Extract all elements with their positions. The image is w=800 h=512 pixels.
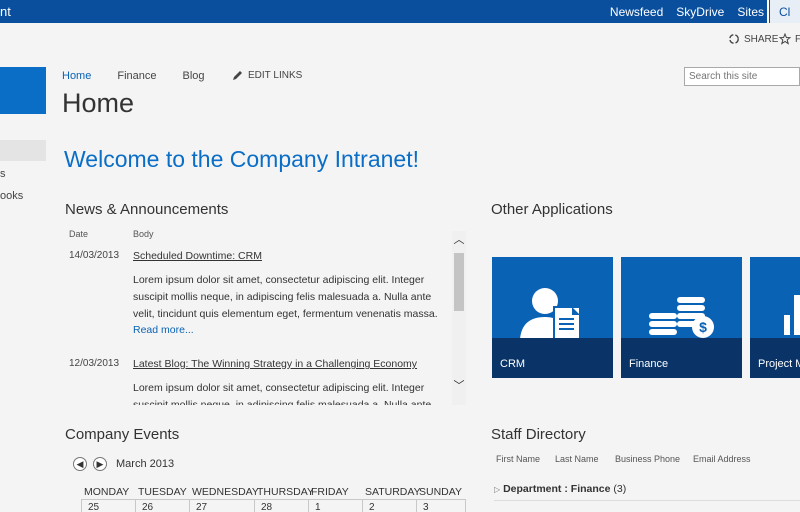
share-icon [729, 34, 739, 44]
staff-col-first-name[interactable]: First Name [496, 454, 540, 464]
news-item-title[interactable]: Latest Blog: The Winning Strategy in a C… [133, 358, 417, 370]
chevron-up-icon[interactable]: ︿ [452, 231, 466, 247]
news-col-body[interactable]: Body [133, 229, 154, 239]
app-tile-label: Project M [758, 358, 800, 370]
follow-button[interactable]: F [779, 33, 800, 45]
read-more-link[interactable]: Read more... [133, 324, 194, 336]
calendar-day-header: TUESDAY [138, 486, 187, 498]
suite-bar: nt Newsfeed SkyDrive Sites Cl [0, 0, 800, 23]
news-body-line: Lorem ipsum dolor sit amet, consectetur … [133, 274, 425, 286]
share-button[interactable]: SHARE [728, 33, 778, 45]
follow-label: F [795, 33, 800, 45]
welcome-heading: Welcome to the Company Intranet! [64, 146, 419, 172]
app-tile-project[interactable]: Project M [750, 257, 800, 378]
calendar-day-cell[interactable]: 2 [362, 499, 416, 512]
news-item-date: 12/03/2013 [69, 358, 120, 369]
app-tile-finance[interactable]: $ Finance [621, 257, 742, 378]
share-label: SHARE [744, 33, 779, 45]
calendar-day-header: SATURDAY [365, 486, 421, 498]
suite-link-newsfeed[interactable]: Newsfeed [610, 5, 663, 19]
staff-group-value: Finance [570, 483, 611, 495]
search-input[interactable] [684, 67, 800, 86]
site-logo[interactable] [0, 67, 46, 114]
app-tile-label: Finance [629, 358, 669, 370]
staff-group-row[interactable]: ▷ Department : Finance (3) [494, 483, 626, 495]
edit-links-button[interactable]: EDIT LINKS [232, 70, 302, 81]
calendar-month: March 2013 [116, 458, 175, 470]
edit-links-label: EDIT LINKS [248, 70, 303, 81]
staff-title: Staff Directory [491, 426, 586, 443]
topnav-item-finance[interactable]: Finance [117, 70, 156, 82]
ribbon [0, 23, 800, 52]
staff-group-label: Department [503, 483, 562, 495]
suite-user-tab[interactable]: Cl [770, 0, 800, 23]
staff-col-business-phone[interactable]: Business Phone [615, 454, 680, 464]
calendar-day-header: THURSDAY [257, 486, 314, 498]
pencil-icon [233, 71, 242, 80]
prev-month-icon[interactable]: ◀ [73, 457, 87, 471]
news-item-body: Lorem ipsum dolor sit amet, consectetur … [133, 272, 453, 323]
calendar-day-cell[interactable]: 27 [189, 499, 254, 512]
news-title: News & Announcements [65, 201, 229, 218]
calendar-day-header: SUNDAY [419, 486, 462, 498]
star-icon [779, 33, 791, 45]
calendar-nav: ◀ ▶ [73, 457, 107, 471]
news-body-line: velit, tincidunt quis elementum eget, fe… [133, 308, 438, 320]
calendar-day-header: MONDAY [84, 486, 130, 498]
calendar-day-cell[interactable]: 3 [416, 499, 466, 512]
suite-links: Newsfeed SkyDrive Sites [610, 5, 764, 19]
chart-icon [784, 295, 800, 335]
expand-triangle-icon[interactable]: ▷ [494, 485, 500, 494]
topnav-item-blog[interactable]: Blog [182, 70, 204, 82]
staff-group-separator: : [561, 483, 571, 495]
calendar-day-cell[interactable]: 28 [254, 499, 308, 512]
page-title: Home [62, 88, 135, 118]
suite-link-skydrive[interactable]: SkyDrive [676, 5, 724, 19]
calendar-day-cell[interactable]: 25 [81, 499, 135, 512]
calendar-day-cell[interactable]: 26 [135, 499, 189, 512]
leftnav-item[interactable]: s [0, 168, 6, 180]
app-tile-crm[interactable]: CRM [492, 257, 613, 378]
staff-divider [494, 500, 800, 501]
calendar-day-cell[interactable]: 1 [308, 499, 362, 512]
apps-title: Other Applications [491, 201, 613, 218]
leftnav-item-books[interactable]: ooks [0, 190, 23, 202]
calendar-day-header: FRIDAY [311, 486, 349, 498]
top-nav: Home Finance Blog [62, 70, 231, 82]
coins-dollar-icon: $ [649, 297, 714, 338]
news-col-date[interactable]: Date [69, 229, 88, 239]
scroll-thumb[interactable] [454, 253, 464, 311]
news-scrollbar[interactable]: ︿ ﹀ [452, 231, 466, 405]
svg-text:$: $ [699, 319, 707, 335]
person-document-icon [520, 288, 581, 340]
suite-separator [767, 0, 769, 23]
topnav-item-home[interactable]: Home [62, 70, 91, 82]
staff-group-count: (3) [613, 483, 627, 495]
chevron-down-icon[interactable]: ﹀ [452, 377, 466, 393]
next-month-icon[interactable]: ▶ [93, 457, 107, 471]
app-tile-label: CRM [500, 358, 526, 370]
news-body-line: suscipit mollis neque, in adipiscing fel… [133, 291, 432, 303]
news-item-date: 14/03/2013 [69, 250, 120, 261]
news-item-body: Lorem ipsum dolor sit amet, consectetur … [133, 380, 453, 405]
calendar-day-header: WEDNESDAY [192, 486, 259, 498]
news-body-line: Lorem ipsum dolor sit amet, consectetur … [133, 382, 425, 394]
events-title: Company Events [65, 426, 180, 443]
news-item-title[interactable]: Scheduled Downtime: CRM [133, 250, 262, 262]
leftnav-selected-item[interactable] [0, 140, 46, 161]
staff-col-last-name[interactable]: Last Name [555, 454, 599, 464]
suite-link-sites[interactable]: Sites [737, 5, 764, 19]
suite-brand[interactable]: nt [0, 4, 11, 19]
news-body-line: suscipit mollis neque, in adipiscing fel… [133, 399, 432, 405]
staff-col-email[interactable]: Email Address [693, 454, 751, 464]
